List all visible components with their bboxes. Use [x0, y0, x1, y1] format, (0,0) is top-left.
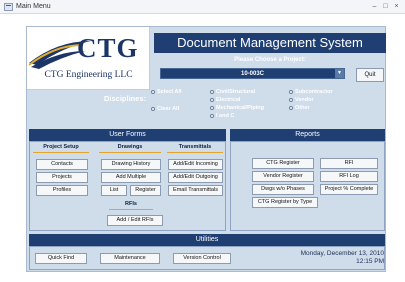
- projects-button[interactable]: Projects: [36, 172, 88, 183]
- email-transmittals-button[interactable]: Email Transmittals: [168, 185, 223, 196]
- current-time: 12:15 PM: [356, 258, 384, 265]
- utilities-header: Utilities: [29, 234, 385, 246]
- minimize-icon[interactable]: –: [370, 2, 379, 11]
- drawings-label: Drawings: [117, 144, 143, 150]
- close-icon[interactable]: ×: [392, 2, 401, 11]
- drawing-history-button[interactable]: Drawing History: [101, 159, 161, 170]
- datetime-display: Monday, December 13, 2010 12:15 PM: [292, 250, 384, 266]
- radio-icon: [289, 98, 293, 102]
- radio-i-and-c[interactable]: I and C: [210, 113, 234, 119]
- radio-icon: [210, 114, 214, 118]
- rfi-log-button[interactable]: RFI Log: [320, 171, 378, 182]
- radio-mechanical-piping[interactable]: Mechanical/Piping: [210, 105, 264, 111]
- project-setup-label: Project Setup: [43, 144, 79, 150]
- project-label: Please Choose a Project:: [234, 57, 306, 63]
- project-percent-complete-button[interactable]: Project % Complete: [320, 184, 378, 195]
- radio-subcontractor[interactable]: Subcontractor: [289, 89, 333, 95]
- contacts-button[interactable]: Contacts: [36, 159, 88, 170]
- reports-header: Reports: [230, 129, 385, 141]
- quit-button[interactable]: Quit: [356, 68, 384, 82]
- rfis-label: RFIs: [125, 201, 137, 207]
- window-title: Main Menu: [16, 3, 51, 10]
- company-logo: CTG CTG Engineering LLC: [27, 27, 150, 90]
- current-date: Monday, December 13, 2010: [300, 250, 384, 257]
- transmittals-label: Transmittals: [178, 144, 212, 150]
- profiles-button[interactable]: Profiles: [36, 185, 88, 196]
- section-divider: [109, 209, 153, 210]
- section-divider: [33, 152, 89, 153]
- logo-wordmark: CTG: [77, 33, 139, 63]
- radio-icon: [151, 90, 155, 94]
- quick-find-button[interactable]: Quick Find: [35, 253, 87, 264]
- version-control-button[interactable]: Version Control: [173, 253, 231, 264]
- maintenance-button[interactable]: Maintenance: [100, 253, 160, 264]
- radio-icon: [289, 106, 293, 110]
- radio-vendor[interactable]: Vendor: [289, 97, 314, 103]
- radio-icon: [210, 90, 214, 94]
- disciplines-label: Disciplines:: [104, 94, 147, 103]
- register-button[interactable]: Register: [130, 185, 161, 196]
- radio-select-all[interactable]: Select All: [151, 89, 182, 95]
- page-title: Document Management System: [154, 33, 386, 53]
- radio-icon: [210, 106, 214, 110]
- vendor-register-button[interactable]: Vendor Register: [252, 171, 314, 182]
- list-button[interactable]: List: [101, 185, 127, 196]
- dwgs-without-phases-button[interactable]: Dwgs w/o Phases: [252, 184, 314, 195]
- radio-icon: [210, 98, 214, 102]
- radio-icon: [151, 107, 155, 111]
- window-titlebar: Main Menu – □ ×: [0, 0, 405, 14]
- add-edit-rfis-button[interactable]: Add / Edit RFIs: [107, 215, 163, 226]
- ctg-register-by-type-button[interactable]: CTG Register by Type: [252, 197, 318, 208]
- radio-electrical[interactable]: Electrical: [210, 97, 240, 103]
- radio-other[interactable]: Other: [289, 105, 310, 111]
- section-divider: [99, 152, 161, 153]
- radio-civil-structural[interactable]: Civil/Structural: [210, 89, 255, 95]
- add-multiple-button[interactable]: Add Multiple: [101, 172, 161, 183]
- project-select[interactable]: 10-003C ▼: [160, 68, 345, 79]
- radio-icon: [289, 90, 293, 94]
- main-menu-form: CTG CTG Engineering LLC Document Managem…: [26, 26, 386, 272]
- ctg-register-button[interactable]: CTG Register: [252, 158, 314, 169]
- form-icon: [4, 3, 13, 11]
- chevron-down-icon[interactable]: ▼: [335, 69, 344, 78]
- add-edit-incoming-button[interactable]: Add/Edit Incoming: [168, 159, 223, 170]
- add-edit-outgoing-button[interactable]: Add/Edit Outgoing: [168, 172, 223, 183]
- rfi-button[interactable]: RFI: [320, 158, 378, 169]
- maximize-icon[interactable]: □: [381, 2, 390, 11]
- project-select-value: 10-003C: [240, 71, 264, 77]
- user-forms-header: User Forms: [29, 129, 226, 141]
- section-divider: [167, 152, 223, 153]
- logo-subtitle: CTG Engineering LLC: [44, 70, 133, 80]
- radio-clear-all[interactable]: Clear All: [151, 106, 179, 112]
